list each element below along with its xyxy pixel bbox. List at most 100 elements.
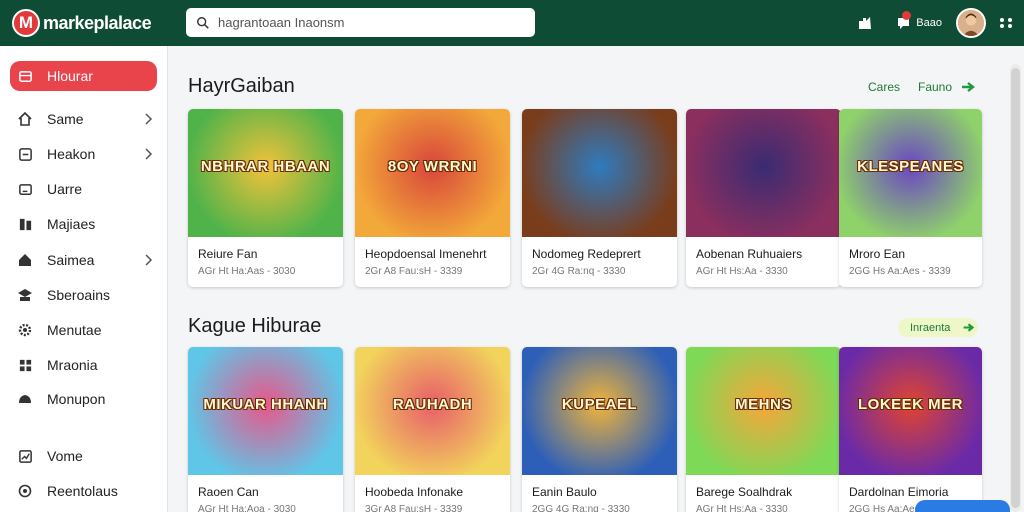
- sidebar-item-saimea[interactable]: Saimea: [10, 245, 157, 275]
- game-thumbnail: NBHRAR HBAAN: [188, 109, 343, 237]
- notification-label: Baao: [916, 17, 942, 29]
- game-card[interactable]: NBHRAR HBAAN Reiure Fan AGr Ht Ha:Aas - …: [188, 109, 343, 287]
- card-meta: AGr Ht Ha:Aas - 3030: [198, 266, 296, 277]
- section-link-fauno[interactable]: Fauno: [918, 80, 952, 94]
- game-card[interactable]: MEHNS Barege Soalhdrak AGr Ht Hs:Aa - 33…: [686, 347, 841, 512]
- game-card[interactable]: KUPEAEL Eanin Baulo 2GG 4G Ra:nq - 3330: [522, 347, 677, 512]
- thumbnail-caption: KLESPEANES: [857, 157, 964, 175]
- home-icon: [16, 110, 34, 128]
- grid-icon: [16, 356, 34, 374]
- card-meta: 2Gr A8 Fau:sH - 3339: [365, 266, 463, 277]
- card-title: Mroro Ean: [849, 247, 906, 261]
- card-title: Eanin Baulo: [532, 485, 597, 499]
- thumbnail-caption: NBHRAR HBAAN: [200, 157, 331, 175]
- game-card[interactable]: MIKUAR HHANH Raoen Can AGr Ht Ha:Aoa - 3…: [188, 347, 343, 512]
- thumbnail-caption: MEHNS: [735, 395, 792, 413]
- sidebar-item-vome[interactable]: Vome: [10, 441, 157, 471]
- search-icon: [197, 16, 209, 29]
- sidebar: Hlourar Same Heakon Uarre Majiaes Saimea…: [0, 46, 168, 512]
- sidebar-item-monupon[interactable]: Monupon: [10, 384, 157, 414]
- sidebar-item-label: Heakon: [47, 146, 96, 162]
- apps-menu-icon[interactable]: [998, 15, 1014, 31]
- game-card[interactable]: 8OY WRRNI Heopdoensal Imenehrt 2Gr A8 Fa…: [355, 109, 510, 287]
- game-thumbnail: MIKUAR HHANH: [188, 347, 343, 475]
- gear-icon: [16, 321, 34, 339]
- sidebar-item-reentolaus[interactable]: Reentolaus: [10, 476, 157, 506]
- game-card[interactable]: Aobenan Ruhuaiers AGr Ht Hs:Aa - 3330: [686, 109, 841, 287]
- section-title: Kague Hiburae: [188, 315, 322, 337]
- sidebar-item-label: Majiaes: [47, 216, 96, 232]
- cloud-icon: [16, 390, 34, 408]
- chevron-right-icon: [145, 148, 153, 160]
- scrollbar[interactable]: [1010, 64, 1021, 512]
- logo[interactable]: M markeplalace: [12, 9, 172, 37]
- sidebar-item-label: Hlourar: [47, 68, 93, 84]
- game-thumbnail: [686, 109, 841, 237]
- game-thumbnail: RAUHADH: [355, 347, 510, 475]
- sidebar-item-label: Saimea: [47, 252, 95, 268]
- card-meta: AGr Ht Hs:Aa - 3330: [696, 504, 788, 512]
- card-title: Barege Soalhdrak: [696, 485, 793, 499]
- chevron-right-icon: [145, 254, 153, 266]
- card-meta: 3Gr A8 Fau:sH - 3339: [365, 504, 463, 512]
- section-title: HayrGaiban: [188, 75, 295, 97]
- scrollbar-thumb[interactable]: [1011, 68, 1020, 508]
- chevron-right-icon: [145, 113, 153, 125]
- sidebar-item-hlourar[interactable]: Hlourar: [10, 61, 157, 91]
- logo-badge: M: [12, 9, 40, 37]
- sidebar-item-label: Monupon: [47, 391, 106, 407]
- top-bar: M markeplalace hagrantoaan Inaonsm Baao: [0, 0, 1024, 46]
- card-meta: 2Gr 4G Ra:nq - 3330: [532, 266, 626, 277]
- card-title: Nodomeg Redeprert: [532, 247, 641, 261]
- search-value: hagrantoaan Inaonsm: [218, 15, 345, 30]
- avatar[interactable]: [956, 8, 986, 38]
- sidebar-item-label: Sberoains: [47, 287, 111, 303]
- card-meta: 2GG 4G Ra:nq - 3330: [532, 504, 630, 512]
- pill-label: Inraenta: [910, 321, 951, 334]
- home-icon: [16, 251, 34, 269]
- sidebar-item-label: Mraonia: [47, 357, 98, 373]
- game-thumbnail: 8OY WRRNI: [355, 109, 510, 237]
- card-title: Raoen Can: [198, 485, 259, 499]
- thumbnail-caption: 8OY WRRNI: [387, 157, 478, 175]
- sidebar-item-majiaes[interactable]: Majiaes: [10, 209, 157, 239]
- search-input[interactable]: hagrantoaan Inaonsm: [186, 8, 535, 37]
- game-thumbnail: KLESPEANES: [839, 109, 982, 237]
- game-thumbnail: KUPEAEL: [522, 347, 677, 475]
- game-card[interactable]: RAUHADH Hoobeda Infonake 3Gr A8 Fau:sH -…: [355, 347, 510, 512]
- tag-icon: [16, 145, 34, 163]
- card-title: Reiure Fan: [198, 247, 258, 261]
- game-thumbnail: MEHNS: [686, 347, 841, 475]
- game-card[interactable]: Nodomeg Redeprert 2Gr 4G Ra:nq - 3330: [522, 109, 677, 287]
- thumbnail-caption: RAUHADH: [392, 395, 473, 413]
- sidebar-item-uarre[interactable]: Uarre: [10, 174, 157, 204]
- thumbnail-caption: KUPEAEL: [561, 395, 638, 413]
- sidebar-item-menutae[interactable]: Menutae: [10, 315, 157, 345]
- chart-icon: [16, 447, 34, 465]
- floating-action-button[interactable]: [915, 500, 1010, 512]
- section-pill-button[interactable]: Inraenta: [898, 318, 978, 337]
- sidebar-item-label: Menutae: [47, 322, 102, 338]
- card-title: Aobenan Ruhuaiers: [696, 247, 803, 261]
- sidebar-item-sberoains[interactable]: Sberoains: [10, 280, 157, 310]
- game-card[interactable]: KLESPEANES Mroro Ean 2GG Hs Aa:Aes - 333…: [839, 109, 982, 287]
- stack-icon: [16, 286, 34, 304]
- sidebar-item-label: Reentolaus: [47, 483, 118, 499]
- arrow-right-icon: [963, 323, 975, 332]
- card-icon: [16, 180, 34, 198]
- sidebar-item-heakon[interactable]: Heakon: [10, 139, 157, 169]
- settings-icon: [16, 482, 34, 500]
- section-link-cares[interactable]: Cares: [868, 80, 900, 94]
- notification-button[interactable]: Baao: [896, 11, 942, 31]
- game-card[interactable]: LOKEEK MER Dardolnan Eimoria 2GG Hs Aa:A…: [839, 347, 982, 512]
- book-icon: [16, 215, 34, 233]
- game-thumbnail: [522, 109, 677, 237]
- sidebar-item-same[interactable]: Same: [10, 104, 157, 134]
- arrow-right-icon[interactable]: [960, 79, 976, 95]
- puzzle-icon[interactable]: [856, 14, 874, 32]
- card-meta: 2GG Hs Aa:Aes - 3339: [849, 266, 951, 277]
- thumbnail-caption: MIKUAR HHANH: [203, 395, 328, 413]
- logo-text: markeplalace: [43, 12, 152, 33]
- sidebar-item-mraonia[interactable]: Mraonia: [10, 350, 157, 380]
- sidebar-item-label: Vome: [47, 448, 83, 464]
